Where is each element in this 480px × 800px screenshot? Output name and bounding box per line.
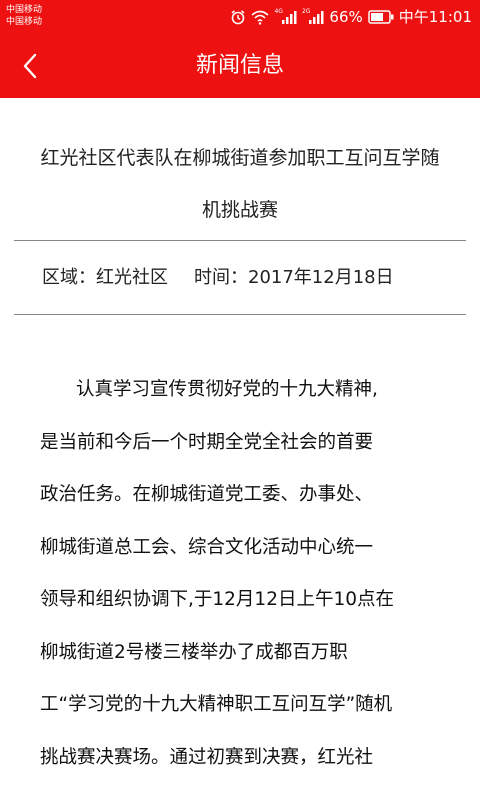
- region-label: 区域：: [42, 267, 96, 288]
- divider: [14, 240, 466, 241]
- divider: [14, 314, 466, 315]
- back-button[interactable]: [12, 48, 48, 84]
- body-line: 政治任务。在柳城街道党工委、办事处、: [40, 484, 374, 505]
- signal-icon: 2G: [302, 9, 324, 25]
- body-line: 柳城街道2号楼三楼举办了成都百万职: [40, 641, 348, 663]
- app-bar: 新闻信息: [0, 34, 480, 98]
- body-line: 是当前和今后一个时期全党全社会的首要: [40, 431, 374, 453]
- wifi-icon: [251, 9, 270, 25]
- carrier-1: 中国移动: [6, 5, 43, 15]
- page-title: 新闻信息: [195, 53, 284, 78]
- article-body: 认真学习宣传贯彻好党的十九大精神, 是当前和今后一个时期全党全社会的首要 政治任…: [40, 364, 440, 784]
- body-line: 认真学习宣传贯彻好党的十九大精神,: [76, 379, 378, 400]
- body-line: 柳城街道总工会、综合文化活动中心统一: [40, 536, 374, 558]
- time-label: 时间：: [194, 267, 248, 288]
- carrier-2: 中国移动: [6, 17, 43, 27]
- clock: 中午11:01: [398, 8, 472, 26]
- status-icons: 4G 2G 66% 中午11:01: [230, 8, 472, 26]
- battery-icon: [368, 10, 394, 24]
- status-bar: 中国移动 中国移动 4G 2G 66% 中午11:01: [0, 0, 480, 34]
- chevron-left-icon: [23, 53, 37, 79]
- body-line: 工“学习党的十九大精神职工互问互学”随机: [40, 694, 393, 715]
- time-value: 2017年12月18日: [248, 267, 394, 288]
- article-title-line: 红光社区代表队在柳城街道参加职工互问互学随: [40, 147, 440, 169]
- battery-percent: 66%: [329, 8, 363, 26]
- body-line: 领导和组织协调下,于12月12日上午10点在: [40, 589, 395, 610]
- signal-icon: 4G: [274, 9, 297, 25]
- article-title-line: 机挑战赛: [201, 199, 278, 221]
- region-value: 红光社区: [96, 267, 168, 288]
- article-meta: 区域：红光社区 时间：2017年12月18日: [42, 266, 394, 290]
- article-title: 红光社区代表队在柳城街道参加职工互问互学随 机挑战赛: [14, 132, 466, 236]
- carrier-labels: 中国移动 中国移动: [6, 4, 42, 28]
- body-line: 挑战赛决赛场。通过初赛到决赛，红光社: [40, 746, 374, 768]
- alarm-icon: [230, 9, 246, 25]
